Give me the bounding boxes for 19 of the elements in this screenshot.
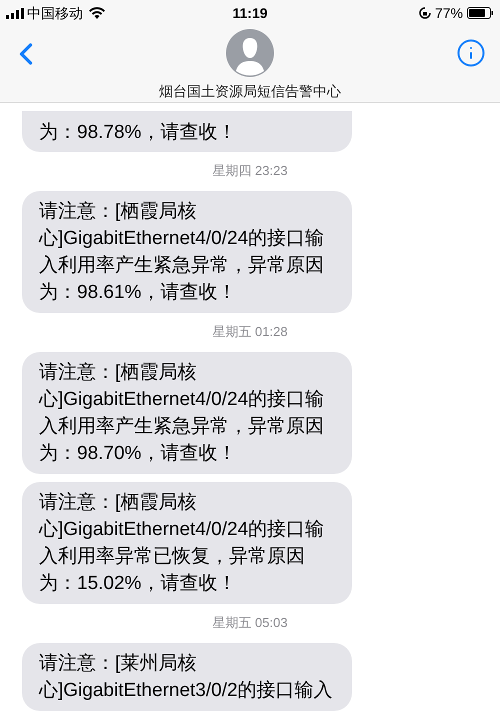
battery-percent: 77% [434,4,463,22]
message-timestamp: 星期四 23:23 [212,162,288,180]
info-button[interactable] [456,38,486,68]
info-icon [456,38,486,68]
wifi-icon [89,7,105,19]
contact-avatar-icon [226,29,274,77]
carrier-name: 中国移动 [27,4,83,22]
signal-icon [6,8,24,18]
clock-time: 11:19 [232,4,268,22]
rotation-lock-icon [418,7,431,19]
message-timestamp: 星期五 05:03 [212,614,288,632]
message-text: 请注意：[栖霞局核心]GigabitEthernet4/0/24的接口输入利用率异常已恢复，异常原因为：15.02%，请查收！ [39,491,326,596]
message-timestamp: 星期五 01:28 [212,323,288,342]
message-text: 请注意：[栖霞局核心]GigabitEthernet4/0/24的接口输入利用率产生紧急异常，异常原因为：98.61%，请查收！ [39,200,326,305]
message-text: 请注意：[莱州局核心]GigabitEthernet3/0/2的接口输入 [39,652,334,703]
battery-icon [467,7,494,19]
message-text: 为：98.78%，请查收！ [39,121,238,145]
message-text: 请注意：[栖霞局核心]GigabitEthernet4/0/24的接口输入利用率产生紧急异常，异常原因为：98.70%，请查收！ [39,361,326,466]
contact-name: 烟台国土资源局短信告警中心 [159,82,341,101]
